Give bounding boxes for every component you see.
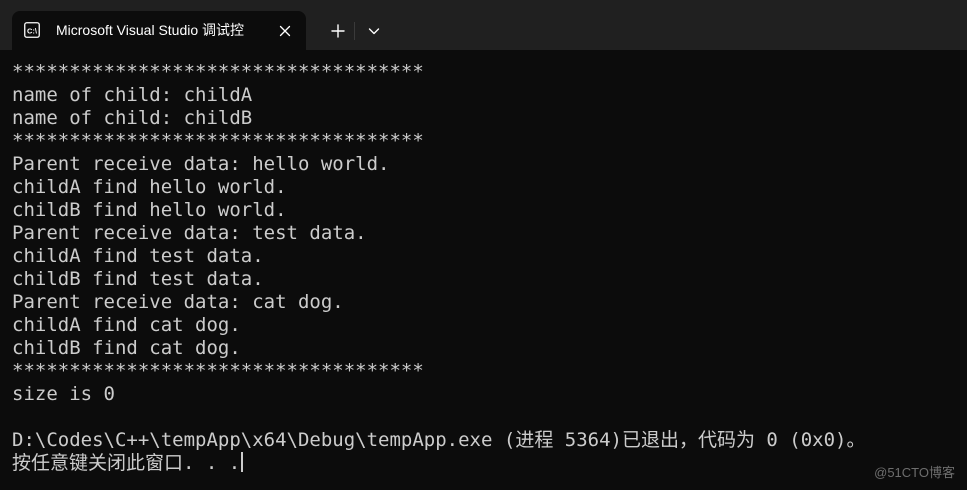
- console-line: size is 0: [12, 383, 115, 405]
- console-line: childA find test data.: [12, 245, 264, 267]
- prompt-text: 按任意键关闭此窗口. . .: [12, 452, 241, 474]
- console-line: childB find hello world.: [12, 199, 287, 221]
- console-line: ************************************: [12, 130, 424, 152]
- tab-title: Microsoft Visual Studio 调试控: [56, 22, 245, 38]
- console-line-last: 按任意键关闭此窗口. . .: [12, 452, 865, 475]
- close-icon[interactable]: [276, 22, 294, 40]
- new-tab-button[interactable]: [322, 15, 354, 47]
- console-line: name of child: childA: [12, 84, 253, 106]
- terminal-window: C:\ Microsoft Visual Studio 调试控 ********…: [0, 0, 967, 490]
- text-cursor: [241, 452, 244, 472]
- watermark: @51CTO博客: [874, 465, 955, 480]
- svg-text:C:\: C:\: [27, 27, 38, 36]
- toolbar-divider: [354, 22, 355, 40]
- console-line: childB find cat dog.: [12, 337, 241, 359]
- console-output[interactable]: ************************************ nam…: [12, 61, 865, 475]
- tab-active[interactable]: C:\ Microsoft Visual Studio 调试控: [12, 11, 306, 50]
- console-line: childB find test data.: [12, 268, 264, 290]
- console-line: ************************************: [12, 61, 424, 83]
- console-line: name of child: childB: [12, 107, 253, 129]
- console-line: childA find hello world.: [12, 176, 287, 198]
- tab-dropdown-button[interactable]: [358, 15, 390, 47]
- title-bar: C:\ Microsoft Visual Studio 调试控: [0, 0, 967, 50]
- plus-icon: [322, 24, 354, 51]
- console-line: ************************************: [12, 360, 424, 382]
- console-line: Parent receive data: cat dog.: [12, 291, 344, 313]
- chevron-down-icon: [358, 28, 390, 51]
- console-line: childA find cat dog.: [12, 314, 241, 336]
- console-line: D:\Codes\C++\tempApp\x64\Debug\tempApp.e…: [12, 429, 866, 451]
- console-icon: C:\: [24, 22, 40, 38]
- console-line: Parent receive data: hello world.: [12, 153, 390, 175]
- console-line: Parent receive data: test data.: [12, 222, 367, 244]
